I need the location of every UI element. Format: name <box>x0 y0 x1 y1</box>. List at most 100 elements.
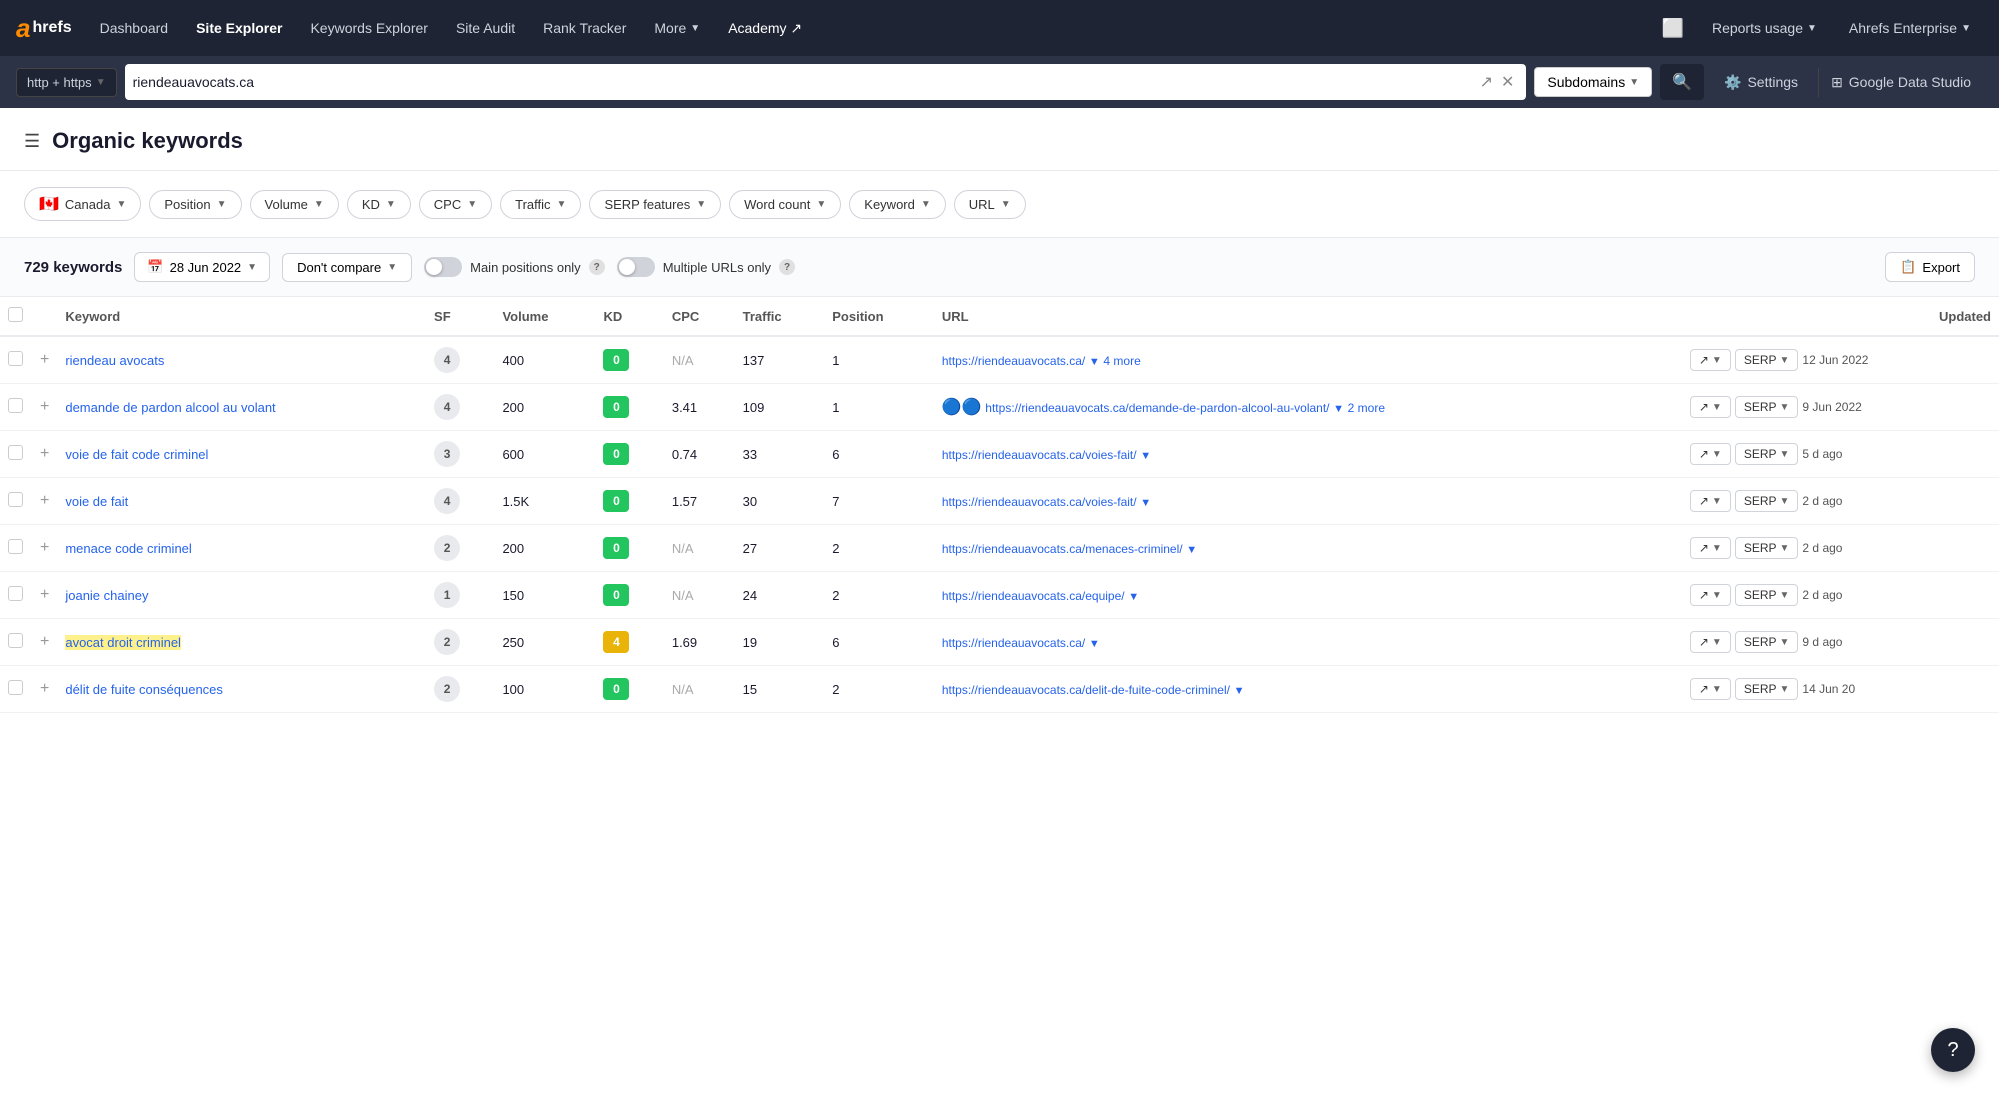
nav-keywords-explorer[interactable]: Keywords Explorer <box>298 12 440 44</box>
enterprise-button[interactable]: Ahrefs Enterprise▼ <box>1837 12 1983 44</box>
url-link[interactable]: https://riendeauavocats.ca/ <box>942 354 1085 368</box>
url-link[interactable]: https://riendeauavocats.ca/voies-fait/ <box>942 495 1137 509</box>
subdomain-selector[interactable]: Subdomains ▼ <box>1534 67 1652 97</box>
row-checkbox[interactable] <box>8 351 23 366</box>
nav-site-explorer[interactable]: Site Explorer <box>184 12 294 44</box>
row-expand-cell[interactable]: + <box>32 336 57 384</box>
reports-usage-button[interactable]: Reports usage▼ <box>1700 12 1829 44</box>
keyword-link[interactable]: délit de fuite conséquences <box>65 682 223 697</box>
traffic-header[interactable]: Traffic <box>735 297 825 336</box>
row-checkbox[interactable] <box>8 586 23 601</box>
filter-url[interactable]: URL▼ <box>954 190 1026 219</box>
keyword-link[interactable]: voie de fait <box>65 494 128 509</box>
keyword-header[interactable]: Keyword <box>57 297 426 336</box>
keyword-link[interactable]: joanie chainey <box>65 588 148 603</box>
protocol-selector[interactable]: http + https ▼ <box>16 68 117 97</box>
chart-button[interactable]: ↗ ▼ <box>1690 678 1731 700</box>
row-expand-cell[interactable]: + <box>32 431 57 478</box>
keyword-link[interactable]: voie de fait code criminel <box>65 447 208 462</box>
url-input[interactable] <box>133 74 1476 90</box>
row-expand-cell[interactable]: + <box>32 525 57 572</box>
filter-kd[interactable]: KD▼ <box>347 190 411 219</box>
clear-url-icon[interactable]: ✕ <box>1497 72 1518 92</box>
row-expand-cell[interactable]: + <box>32 384 57 431</box>
volume-header[interactable]: Volume <box>494 297 595 336</box>
serp-button[interactable]: SERP ▼ <box>1735 678 1799 700</box>
sf-header[interactable]: SF <box>426 297 494 336</box>
url-link[interactable]: https://riendeauavocats.ca/menaces-crimi… <box>942 542 1183 556</box>
filter-word-count[interactable]: Word count▼ <box>729 190 841 219</box>
filter-serp-features[interactable]: SERP features▼ <box>589 190 721 219</box>
multiple-urls-help-icon[interactable]: ? <box>779 259 795 275</box>
multiple-urls-toggle[interactable] <box>617 257 655 277</box>
keyword-link[interactable]: menace code criminel <box>65 541 191 556</box>
updated-header[interactable]: Updated <box>1682 297 1999 336</box>
url-more-link[interactable]: 4 more <box>1103 354 1140 368</box>
main-positions-help-icon[interactable]: ? <box>589 259 605 275</box>
filter-position[interactable]: Position▼ <box>149 190 241 219</box>
row-expand-cell[interactable]: + <box>32 666 57 713</box>
url-dropdown-icon[interactable]: ▼ <box>1089 356 1100 368</box>
url-dropdown-icon[interactable]: ▼ <box>1186 544 1197 556</box>
url-header[interactable]: URL <box>934 297 1682 336</box>
row-expand-cell[interactable]: + <box>32 619 57 666</box>
filter-keyword[interactable]: Keyword▼ <box>849 190 945 219</box>
google-data-studio-button[interactable]: ⊞Google Data Studio <box>1818 68 1983 97</box>
serp-button[interactable]: SERP ▼ <box>1735 396 1799 418</box>
main-positions-toggle[interactable] <box>424 257 462 277</box>
row-checkbox[interactable] <box>8 680 23 695</box>
row-checkbox[interactable] <box>8 492 23 507</box>
external-link-icon[interactable]: ↗ <box>1476 72 1497 92</box>
chart-button[interactable]: ↗ ▼ <box>1690 537 1731 559</box>
position-header[interactable]: Position <box>824 297 934 336</box>
url-link[interactable]: https://riendeauavocats.ca/delit-de-fuit… <box>942 683 1230 697</box>
sidebar-toggle[interactable]: ☰ <box>24 131 40 152</box>
export-button[interactable]: 📋 Export <box>1885 252 1975 282</box>
chart-button[interactable]: ↗ ▼ <box>1690 349 1731 371</box>
keyword-link[interactable]: riendeau avocats <box>65 353 164 368</box>
serp-button[interactable]: SERP ▼ <box>1735 349 1799 371</box>
row-checkbox[interactable] <box>8 539 23 554</box>
filter-canada[interactable]: 🇨🇦 Canada ▼ <box>24 187 141 221</box>
chart-button[interactable]: ↗ ▼ <box>1690 396 1731 418</box>
compare-button[interactable]: Don't compare ▼ <box>282 253 412 282</box>
row-expand-cell[interactable]: + <box>32 572 57 619</box>
nav-dashboard[interactable]: Dashboard <box>88 12 181 44</box>
serp-button[interactable]: SERP ▼ <box>1735 631 1799 653</box>
url-link[interactable]: https://riendeauavocats.ca/voies-fait/ <box>942 448 1137 462</box>
url-dropdown-icon[interactable]: ▼ <box>1140 450 1151 462</box>
serp-button[interactable]: SERP ▼ <box>1735 537 1799 559</box>
nav-rank-tracker[interactable]: Rank Tracker <box>531 12 638 44</box>
select-all-checkbox[interactable] <box>8 307 23 322</box>
row-expand-cell[interactable]: + <box>32 478 57 525</box>
chart-button[interactable]: ↗ ▼ <box>1690 584 1731 606</box>
serp-button[interactable]: SERP ▼ <box>1735 443 1799 465</box>
date-picker[interactable]: 📅 28 Jun 2022 ▼ <box>134 252 270 282</box>
search-button[interactable]: 🔍 <box>1660 64 1704 100</box>
nav-site-audit[interactable]: Site Audit <box>444 12 527 44</box>
filter-traffic[interactable]: Traffic▼ <box>500 190 581 219</box>
monitor-icon[interactable]: ⬜ <box>1654 10 1692 47</box>
chart-button[interactable]: ↗ ▼ <box>1690 631 1731 653</box>
url-more-link[interactable]: 2 more <box>1348 401 1385 415</box>
row-checkbox[interactable] <box>8 445 23 460</box>
cpc-header[interactable]: CPC <box>664 297 735 336</box>
chart-button[interactable]: ↗ ▼ <box>1690 443 1731 465</box>
row-checkbox[interactable] <box>8 398 23 413</box>
chart-button[interactable]: ↗ ▼ <box>1690 490 1731 512</box>
url-dropdown-icon[interactable]: ▼ <box>1140 497 1151 509</box>
url-link[interactable]: https://riendeauavocats.ca/demande-de-pa… <box>985 401 1329 415</box>
keyword-link[interactable]: avocat droit criminel <box>65 635 181 650</box>
url-link[interactable]: https://riendeauavocats.ca/equipe/ <box>942 589 1125 603</box>
url-dropdown-icon[interactable]: ▼ <box>1089 638 1100 650</box>
filter-cpc[interactable]: CPC▼ <box>419 190 492 219</box>
help-fab[interactable]: ? <box>1931 1028 1975 1072</box>
kd-header[interactable]: KD <box>595 297 663 336</box>
settings-button[interactable]: ⚙️Settings <box>1712 68 1810 97</box>
serp-button[interactable]: SERP ▼ <box>1735 584 1799 606</box>
filter-volume[interactable]: Volume▼ <box>250 190 339 219</box>
url-link[interactable]: https://riendeauavocats.ca/ <box>942 636 1085 650</box>
serp-button[interactable]: SERP ▼ <box>1735 490 1799 512</box>
url-dropdown-icon[interactable]: ▼ <box>1234 685 1245 697</box>
nav-more[interactable]: More▼ <box>642 12 712 44</box>
